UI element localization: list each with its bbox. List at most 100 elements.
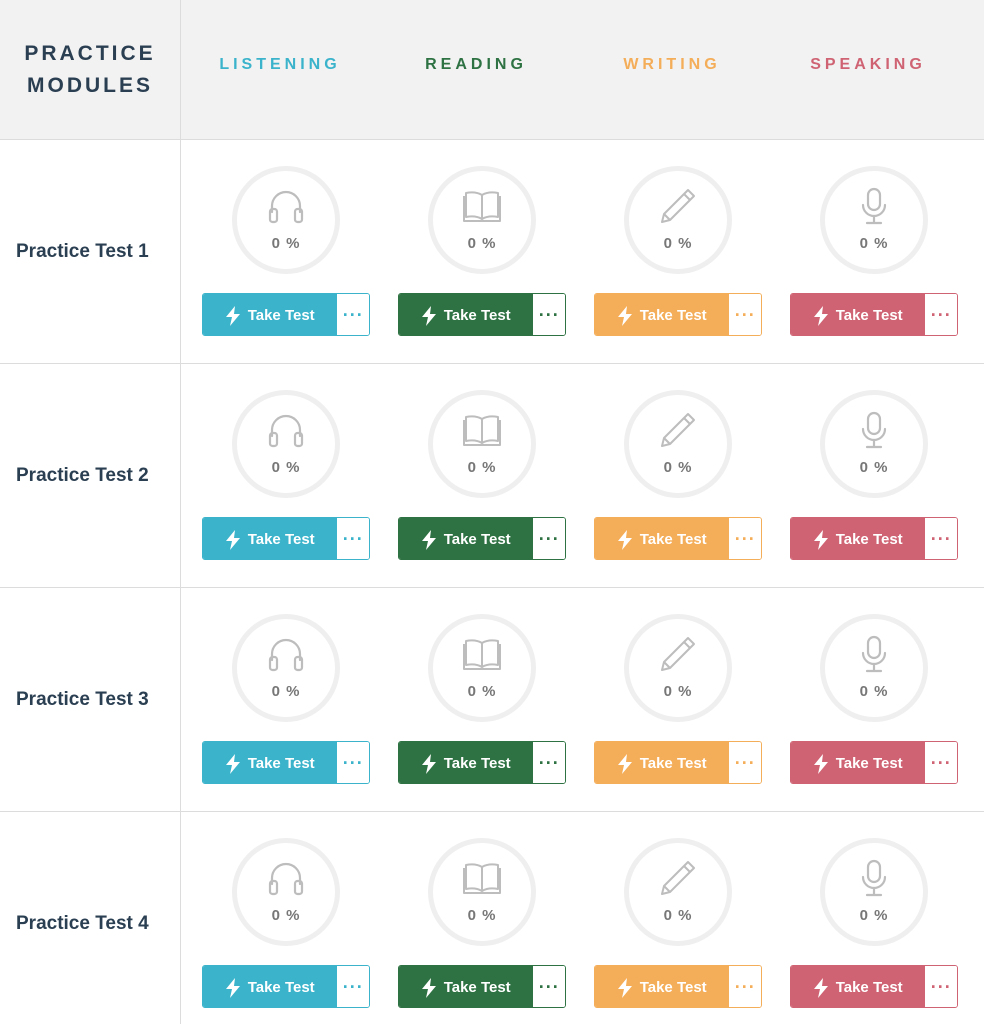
more-options-button[interactable]: ···: [924, 966, 957, 1007]
module-cell-listening: 0 % Take Test ···: [182, 140, 378, 364]
progress-ring: 0 %: [428, 838, 536, 946]
take-test-button[interactable]: Take Test: [399, 966, 533, 1007]
module-cell-reading: 0 % Take Test ···: [378, 812, 574, 1024]
more-options-button[interactable]: ···: [336, 742, 369, 783]
take-test-label: Take Test: [639, 531, 707, 548]
progress-percent: 0 %: [271, 907, 301, 924]
take-test-button-group: Take Test ···: [790, 293, 958, 336]
more-options-button[interactable]: ···: [532, 518, 565, 559]
take-test-label: Take Test: [443, 755, 511, 772]
take-test-button[interactable]: Take Test: [203, 518, 337, 559]
more-options-button[interactable]: ···: [336, 966, 369, 1007]
take-test-button[interactable]: Take Test: [791, 742, 925, 783]
progress-percent: 0 %: [271, 459, 301, 476]
more-options-button[interactable]: ···: [532, 966, 565, 1007]
take-test-button[interactable]: Take Test: [399, 518, 533, 559]
module-cell-speaking: 0 % Take Test ···: [770, 140, 966, 364]
take-test-button[interactable]: Take Test: [203, 966, 337, 1007]
header-row: PRACTICE MODULES LISTENING READING WRITI…: [0, 0, 984, 140]
more-options-button[interactable]: ···: [336, 294, 369, 335]
take-test-button[interactable]: Take Test: [203, 742, 337, 783]
lightning-icon: [617, 977, 632, 998]
take-test-button[interactable]: Take Test: [595, 518, 729, 559]
lightning-icon: [813, 753, 828, 774]
progress-ring: 0 %: [232, 614, 340, 722]
headphones-icon: [266, 634, 306, 674]
lightning-icon: [421, 977, 436, 998]
microphone-icon: [854, 410, 894, 450]
microphone-icon: [854, 186, 894, 226]
take-test-button[interactable]: Take Test: [399, 294, 533, 335]
progress-percent: 0 %: [467, 235, 497, 252]
take-test-button-group: Take Test ···: [398, 517, 566, 560]
take-test-button-group: Take Test ···: [398, 293, 566, 336]
take-test-button[interactable]: Take Test: [595, 966, 729, 1007]
take-test-label: Take Test: [247, 307, 315, 324]
more-options-button[interactable]: ···: [924, 518, 957, 559]
progress-ring: 0 %: [232, 838, 340, 946]
progress-percent: 0 %: [663, 459, 693, 476]
book-icon: [462, 410, 502, 450]
progress-ring: 0 %: [624, 838, 732, 946]
progress-percent: 0 %: [271, 235, 301, 252]
more-options-button[interactable]: ···: [336, 518, 369, 559]
column-header-writing: WRITING: [623, 56, 721, 73]
progress-ring: 0 %: [428, 166, 536, 274]
take-test-button-group: Take Test ···: [594, 741, 762, 784]
practice-test-row: Practice Test 2 0 % Take Test ··· 0 % Ta…: [0, 364, 984, 588]
column-header-speaking: SPEAKING: [810, 56, 926, 73]
take-test-button-group: Take Test ···: [594, 965, 762, 1008]
progress-ring: 0 %: [428, 614, 536, 722]
pencil-icon: [658, 410, 698, 450]
take-test-button[interactable]: Take Test: [595, 742, 729, 783]
take-test-button[interactable]: Take Test: [791, 294, 925, 335]
take-test-button-group: Take Test ···: [398, 965, 566, 1008]
lightning-icon: [617, 305, 632, 326]
progress-percent: 0 %: [859, 683, 889, 700]
progress-ring: 0 %: [624, 166, 732, 274]
take-test-button[interactable]: Take Test: [791, 518, 925, 559]
row-label: Practice Test 1: [16, 241, 149, 262]
progress-ring: 0 %: [232, 166, 340, 274]
lightning-icon: [225, 305, 240, 326]
take-test-label: Take Test: [443, 531, 511, 548]
progress-ring: 0 %: [820, 390, 928, 498]
module-cell-listening: 0 % Take Test ···: [182, 812, 378, 1024]
take-test-button[interactable]: Take Test: [399, 742, 533, 783]
more-options-button[interactable]: ···: [728, 742, 761, 783]
module-cell-writing: 0 % Take Test ···: [574, 812, 770, 1024]
take-test-button[interactable]: Take Test: [791, 966, 925, 1007]
lightning-icon: [421, 529, 436, 550]
take-test-label: Take Test: [247, 755, 315, 772]
practice-test-row: Practice Test 4 0 % Take Test ··· 0 % Ta…: [0, 812, 984, 1024]
more-options-button[interactable]: ···: [924, 294, 957, 335]
progress-percent: 0 %: [271, 683, 301, 700]
take-test-button-group: Take Test ···: [202, 741, 370, 784]
take-test-label: Take Test: [443, 307, 511, 324]
take-test-button[interactable]: Take Test: [595, 294, 729, 335]
take-test-button-group: Take Test ···: [790, 517, 958, 560]
book-icon: [462, 858, 502, 898]
column-header-listening: LISTENING: [219, 56, 341, 73]
take-test-label: Take Test: [443, 979, 511, 996]
more-options-button[interactable]: ···: [532, 294, 565, 335]
more-options-button[interactable]: ···: [728, 518, 761, 559]
lightning-icon: [225, 977, 240, 998]
book-icon: [462, 634, 502, 674]
take-test-label: Take Test: [835, 755, 903, 772]
progress-ring: 0 %: [232, 390, 340, 498]
row-label: Practice Test 4: [16, 913, 149, 934]
lightning-icon: [421, 753, 436, 774]
more-options-button[interactable]: ···: [728, 966, 761, 1007]
progress-ring: 0 %: [428, 390, 536, 498]
more-options-button[interactable]: ···: [728, 294, 761, 335]
headphones-icon: [266, 186, 306, 226]
more-options-button[interactable]: ···: [924, 742, 957, 783]
take-test-button[interactable]: Take Test: [203, 294, 337, 335]
lightning-icon: [421, 305, 436, 326]
take-test-label: Take Test: [247, 531, 315, 548]
module-cell-speaking: 0 % Take Test ···: [770, 364, 966, 588]
more-options-button[interactable]: ···: [532, 742, 565, 783]
column-header-reading: READING: [425, 56, 527, 73]
pencil-icon: [658, 858, 698, 898]
